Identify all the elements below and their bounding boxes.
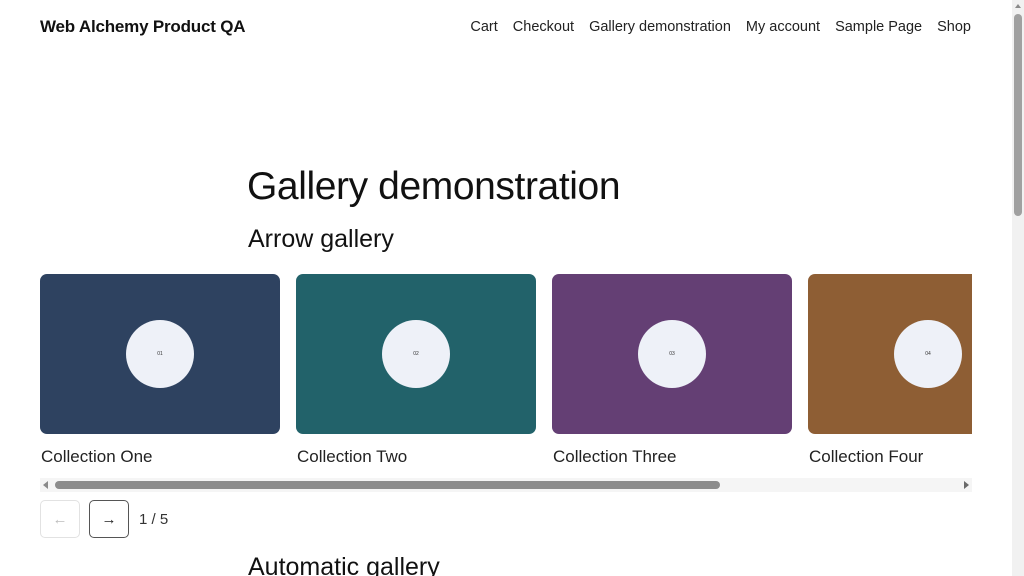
site-title[interactable]: Web Alchemy Product QA <box>40 17 246 37</box>
gallery-slide[interactable]: 03 Collection Three <box>552 274 792 467</box>
gallery-scrollbar[interactable] <box>40 478 972 492</box>
nav-item-sample-page[interactable]: Sample Page <box>835 19 922 35</box>
nav-item-cart[interactable]: Cart <box>470 19 497 35</box>
scroll-right-arrow-icon[interactable] <box>964 481 969 489</box>
slide-number: 03 <box>669 351 675 357</box>
scroll-up-arrow-icon[interactable] <box>1015 4 1021 8</box>
page-scrollbar-thumb[interactable] <box>1014 14 1022 216</box>
slide-caption: Collection One <box>41 447 153 466</box>
next-button[interactable]: → <box>89 500 129 538</box>
page-scrollbar[interactable] <box>1012 0 1024 576</box>
prev-button[interactable]: ← <box>40 500 80 538</box>
slide-caption: Collection Three <box>553 447 677 466</box>
slide-image: 03 <box>552 274 792 434</box>
slide-image: 04 <box>808 274 972 434</box>
gallery-slide[interactable]: 02 Collection Two <box>296 274 536 467</box>
slide-counter: 1 / 5 <box>139 511 169 528</box>
arrow-right-icon: → <box>101 510 117 528</box>
page-title: Gallery demonstration <box>247 165 621 208</box>
arrow-left-icon: ← <box>52 510 68 528</box>
slide-number: 01 <box>157 351 163 357</box>
gallery-slide[interactable]: 01 Collection One <box>40 274 280 467</box>
slide-number-badge: 01 <box>126 320 194 388</box>
nav-item-gallery-demonstration[interactable]: Gallery demonstration <box>589 19 731 35</box>
scroll-left-arrow-icon[interactable] <box>43 481 48 489</box>
slide-image: 02 <box>296 274 536 434</box>
automatic-gallery-heading: Automatic gallery <box>248 553 440 576</box>
slide-number-badge: 02 <box>382 320 450 388</box>
slide-caption: Collection Two <box>297 447 408 466</box>
site-header: Web Alchemy Product QA Cart Checkout Gal… <box>0 0 1012 56</box>
slide-number: 04 <box>925 351 931 357</box>
page: Web Alchemy Product QA Cart Checkout Gal… <box>0 0 1024 576</box>
slide-number: 02 <box>413 351 419 357</box>
arrow-gallery[interactable]: 01 Collection One 02 Collection Two 03 C… <box>40 274 972 474</box>
slide-image: 01 <box>40 274 280 434</box>
nav-item-my-account[interactable]: My account <box>746 19 820 35</box>
slide-number-badge: 03 <box>638 320 706 388</box>
nav-item-shop[interactable]: Shop <box>937 19 971 35</box>
gallery-slide[interactable]: 04 Collection Four <box>808 274 972 467</box>
nav-item-checkout[interactable]: Checkout <box>513 19 574 35</box>
slide-caption: Collection Four <box>809 447 924 466</box>
gallery-scrollbar-thumb[interactable] <box>55 481 720 489</box>
main-nav: Cart Checkout Gallery demonstration My a… <box>470 19 971 35</box>
slide-number-badge: 04 <box>894 320 962 388</box>
arrow-gallery-heading: Arrow gallery <box>248 225 394 253</box>
